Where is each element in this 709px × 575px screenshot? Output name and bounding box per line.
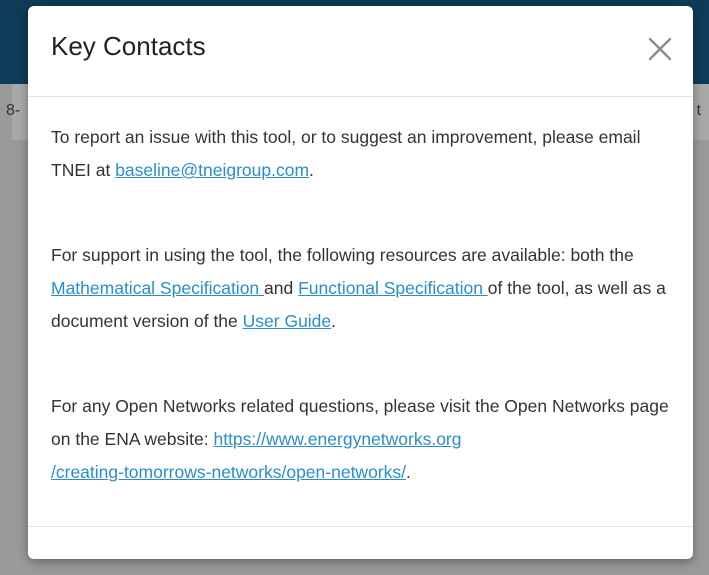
report-issue-end: . [309, 160, 314, 180]
email-link[interactable]: baseline@tneigroup.com [115, 160, 309, 180]
close-button[interactable] [645, 34, 675, 64]
ena-link-part-2: /creating-tomorrows-networks/open-networ… [51, 462, 406, 482]
open-networks-paragraph: For any Open Networks related questions,… [51, 390, 671, 489]
key-contacts-dialog: Key Contacts To report an issue with thi… [28, 6, 693, 559]
close-icon [648, 37, 672, 61]
ena-link-part-1: https://www.energynetworks.org [213, 429, 462, 449]
page-left-edge [0, 84, 12, 575]
dialog-footer [28, 526, 693, 527]
support-text-end: . [331, 311, 337, 331]
report-issue-paragraph: To report an issue with this tool, or to… [51, 121, 671, 187]
mathematical-specification-link[interactable]: Mathematical Specification [51, 278, 264, 298]
background-text-fragment-right: t [696, 102, 701, 119]
support-text-and: and [264, 278, 299, 298]
support-text-intro: For support in using the tool, the follo… [51, 245, 634, 265]
support-paragraph: For support in using the tool, the follo… [51, 239, 671, 338]
dialog-header: Key Contacts [28, 6, 693, 97]
dialog-body: To report an issue with this tool, or to… [28, 97, 693, 489]
background-text-fragment-left: 8- [6, 102, 21, 119]
open-networks-end: . [406, 462, 411, 482]
user-guide-link[interactable]: User Guide [243, 311, 332, 331]
dialog-title: Key Contacts [51, 31, 206, 61]
functional-specification-link[interactable]: Functional Specification [298, 278, 488, 298]
